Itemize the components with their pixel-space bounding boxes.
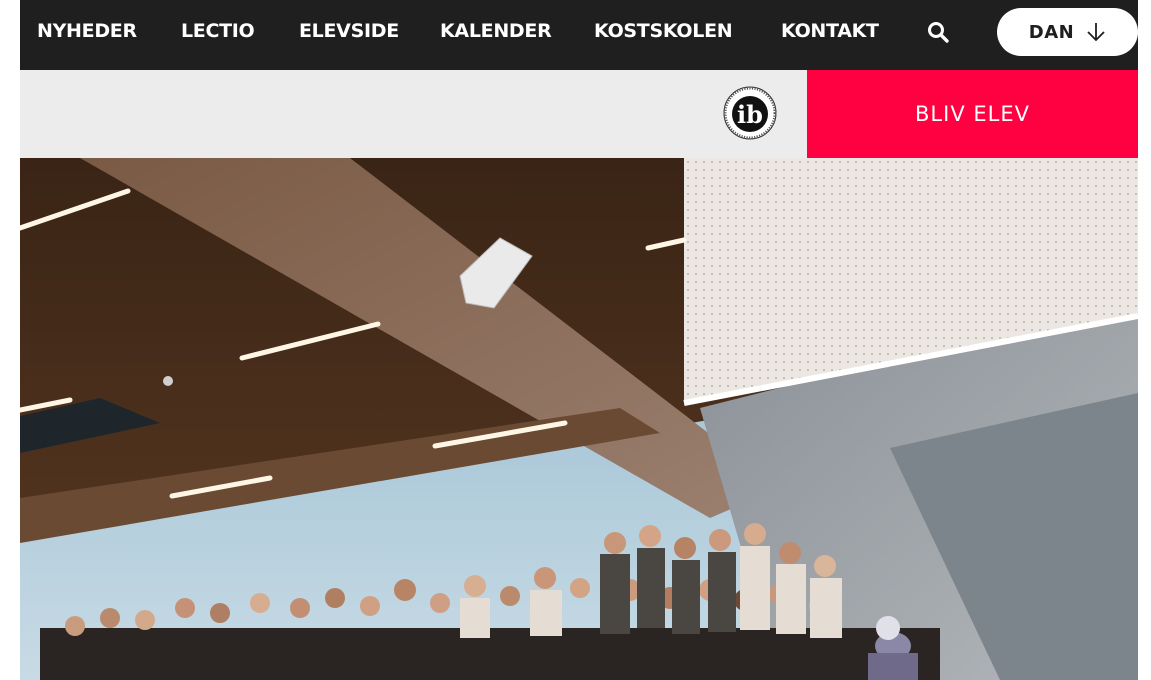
hero-image (20, 158, 1138, 680)
nav-item-kontakt[interactable]: KONTAKT (781, 20, 879, 42)
language-label: DAN (1028, 21, 1075, 43)
nav-item-nyheder[interactable]: NYHEDER (37, 20, 137, 42)
cta-label: BLIV ELEV (915, 102, 1030, 126)
search-icon[interactable] (924, 18, 954, 48)
top-navigation: NYHEDER LECTIO ELEVSIDE KALENDER KOSTSKO… (20, 0, 1138, 70)
nav-item-kalender[interactable]: KALENDER (440, 20, 552, 42)
arrow-down-icon (1086, 21, 1106, 43)
hero-photo-illustration (20, 158, 1138, 680)
page: NYHEDER LECTIO ELEVSIDE KALENDER KOSTSKO… (20, 0, 1138, 680)
bliv-elev-button[interactable]: BLIV ELEV (807, 70, 1138, 158)
nav-item-elevside[interactable]: ELEVSIDE (299, 20, 399, 42)
nav-item-lectio[interactable]: LECTIO (181, 20, 255, 42)
ib-logo-icon[interactable]: ib (722, 85, 778, 141)
svg-text:ib: ib (737, 100, 763, 129)
language-selector[interactable]: DAN (997, 8, 1138, 56)
nav-item-kostskolen[interactable]: KOSTSKOLEN (594, 20, 733, 42)
